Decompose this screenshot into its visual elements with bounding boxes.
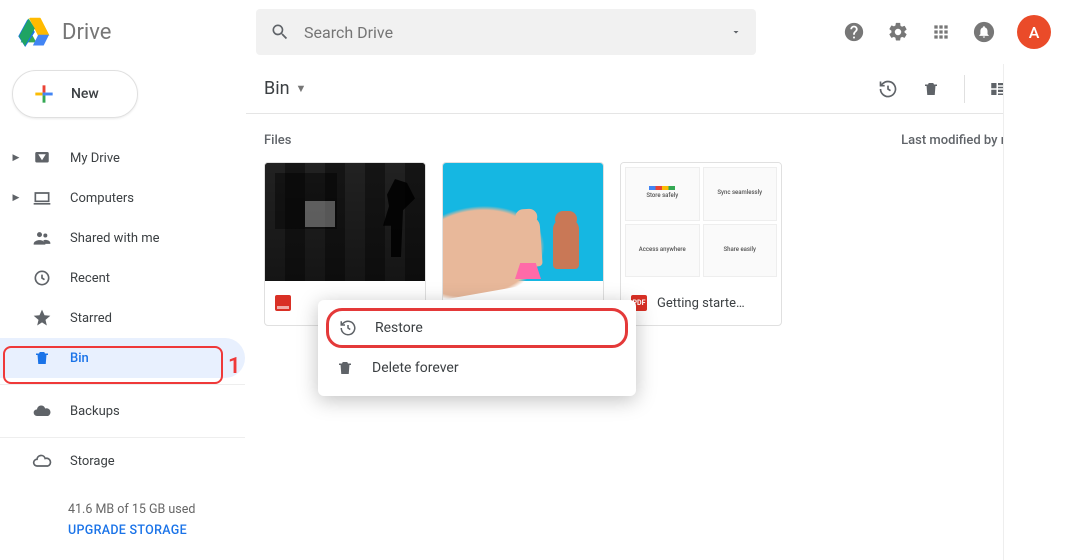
storage-label: Storage <box>70 454 115 469</box>
trash-icon <box>336 359 354 377</box>
context-menu-restore[interactable]: Restore <box>326 308 628 348</box>
sidebar-item-recent[interactable]: Recent <box>0 258 245 298</box>
settings-gear-icon[interactable] <box>887 21 909 43</box>
expand-icon[interactable]: ▶ <box>8 193 24 203</box>
files-section-header: Files Last modified by me <box>246 114 1069 154</box>
context-menu-label: Delete forever <box>372 360 459 376</box>
search-input[interactable] <box>304 23 730 42</box>
sort-label[interactable]: Last modified by me <box>901 133 1019 148</box>
cloud-outline-icon <box>32 451 52 471</box>
new-button[interactable]: New <box>12 70 138 118</box>
restore-icon <box>339 319 357 337</box>
right-side-panel <box>1003 64 1069 560</box>
sidebar-item-label: Starred <box>70 311 112 326</box>
file-name: Getting starte… <box>657 296 745 311</box>
delete-icon[interactable] <box>922 79 940 99</box>
file-thumbnail: Store safely Sync seamlessly Access anyw… <box>621 163 781 281</box>
video-file-icon <box>275 295 291 311</box>
search-icon <box>270 22 290 42</box>
search-bar[interactable] <box>256 9 756 55</box>
sidebar-item-starred[interactable]: Starred <box>0 298 245 338</box>
clock-icon <box>32 268 52 288</box>
file-thumbnail <box>265 163 425 281</box>
sidebar-item-label: Shared with me <box>70 231 160 246</box>
drive-logo-icon <box>18 17 52 47</box>
toolbar-separator <box>964 75 965 103</box>
thumb-heading: Access anywhere <box>639 246 686 253</box>
sidebar-item-label: My Drive <box>70 151 120 166</box>
nav-list: ▶ My Drive ▶ Computers Shared with me Re… <box>0 138 245 538</box>
sidebar-item-label: Backups <box>70 404 120 419</box>
notifications-bell-icon[interactable] <box>973 21 995 43</box>
sidebar-item-label: Bin <box>70 351 89 366</box>
expand-icon[interactable]: ▶ <box>8 153 24 163</box>
sidebar-item-backups[interactable]: Backups <box>0 391 245 431</box>
account-avatar[interactable]: A <box>1017 15 1051 49</box>
sidebar: New ▶ My Drive ▶ Computers Shared with m… <box>0 64 245 560</box>
thumb-heading: Sync seamlessly <box>717 189 762 196</box>
file-card[interactable]: Store safely Sync seamlessly Access anyw… <box>620 162 782 326</box>
cloud-icon <box>32 401 52 421</box>
context-menu: Restore Delete forever <box>318 300 636 396</box>
people-icon <box>32 228 52 248</box>
app-header: Drive A <box>0 0 1069 64</box>
apps-grid-icon[interactable] <box>931 22 951 42</box>
restore-history-icon[interactable] <box>878 79 898 99</box>
header-actions: A <box>843 15 1051 49</box>
sidebar-item-my-drive[interactable]: ▶ My Drive <box>0 138 245 178</box>
new-button-label: New <box>71 86 99 102</box>
computers-icon <box>32 188 52 208</box>
star-icon <box>32 308 52 328</box>
page-title[interactable]: Bin <box>264 78 290 99</box>
logo[interactable]: Drive <box>18 17 256 47</box>
sidebar-item-shared[interactable]: Shared with me <box>0 218 245 258</box>
trash-icon <box>33 349 51 367</box>
annotation-callout-1: 1 <box>228 354 241 379</box>
context-menu-delete-forever[interactable]: Delete forever <box>318 348 636 388</box>
thumb-heading: Store safely <box>646 192 678 199</box>
storage-used-text: 41.6 MB of 15 GB used <box>68 502 245 517</box>
help-icon[interactable] <box>843 21 865 43</box>
sidebar-item-bin[interactable]: Bin <box>0 338 245 378</box>
sidebar-item-computers[interactable]: ▶ Computers <box>0 178 245 218</box>
upgrade-storage-link[interactable]: UPGRADE STORAGE <box>68 523 245 538</box>
app-name: Drive <box>62 20 111 45</box>
section-title: Files <box>264 133 291 148</box>
file-thumbnail <box>443 163 603 281</box>
toolbar: Bin ▼ <box>246 64 1069 114</box>
sidebar-item-storage[interactable]: Storage <box>0 444 245 478</box>
plus-icon <box>31 81 57 107</box>
page-title-dropdown-icon[interactable]: ▼ <box>296 82 307 95</box>
context-menu-label: Restore <box>375 320 423 336</box>
search-options-dropdown-icon[interactable] <box>730 26 742 38</box>
thumb-heading: Share easily <box>723 246 756 253</box>
sidebar-item-label: Recent <box>70 271 110 286</box>
drive-icon <box>33 149 51 167</box>
sidebar-item-label: Computers <box>70 191 134 206</box>
